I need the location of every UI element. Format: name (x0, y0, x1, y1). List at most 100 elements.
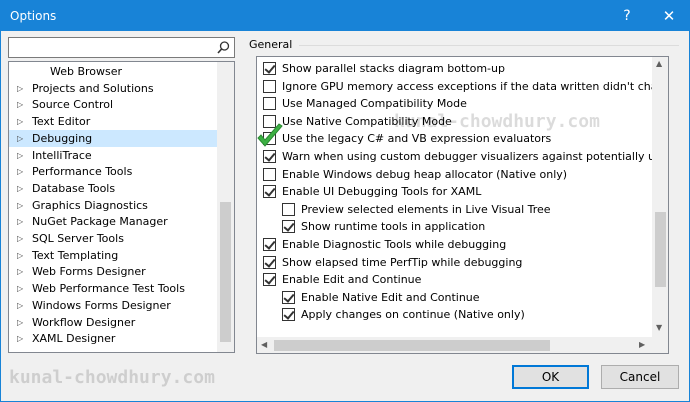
window-title: Options (10, 9, 57, 23)
green-checkmark-icon (257, 123, 283, 147)
tree-item[interactable]: Web Browser (9, 63, 217, 80)
options-horizontal-scroll-thumb[interactable] (274, 340, 550, 351)
search-input[interactable] (8, 37, 235, 58)
option-label: Enable Windows debug heap allocator (Nat… (282, 167, 568, 181)
option-checkbox[interactable] (263, 185, 276, 199)
tree-item-label: NuGet Package Manager (32, 215, 168, 229)
tree-item-label: Projects and Solutions (32, 81, 154, 95)
tree-item[interactable]: ▷ Graphics Diagnostics (9, 197, 217, 214)
expand-arrow-icon[interactable]: ▷ (17, 330, 27, 347)
cancel-button[interactable]: Cancel (601, 365, 679, 389)
tree-scroll-thumb[interactable] (220, 202, 231, 342)
expand-arrow-icon[interactable]: ▷ (17, 147, 27, 164)
watermark-text-bottom: kunal-chowdhury.com (9, 367, 215, 388)
option-label: Preview selected elements in Live Visual… (301, 202, 551, 216)
tree-item-label: Web Browser (50, 65, 123, 78)
option-checkbox[interactable] (263, 255, 276, 269)
tree-item[interactable]: ▷ Text Templating (9, 247, 217, 264)
help-button[interactable]: ? (607, 1, 647, 31)
scroll-right-arrow-icon[interactable]: ▶ (639, 340, 645, 349)
options-dialog: Options ? ✕ Web Browser ▷ Projects and Sol… (0, 0, 690, 402)
expand-arrow-icon[interactable]: ▷ (17, 130, 27, 147)
group-divider (299, 45, 679, 46)
expand-arrow-icon[interactable]: ▷ (17, 96, 27, 113)
tree-item-label: Performance Tools (32, 165, 133, 179)
tree-item[interactable]: ▷ Database Tools (9, 180, 217, 197)
ok-button[interactable]: OK (512, 365, 589, 389)
tree-item-label: Database Tools (32, 181, 116, 195)
options-vertical-scrollbar[interactable]: ▲ ▼ (652, 57, 668, 337)
search-icon[interactable] (217, 41, 230, 54)
tree-item[interactable]: ▷ SQL Server Tools (9, 230, 217, 247)
tree-item[interactable]: ▷ Projects and Solutions (9, 80, 217, 97)
options-vertical-scroll-thumb[interactable] (655, 212, 666, 287)
option-checkbox[interactable] (263, 167, 276, 181)
tree-item[interactable]: ▷ Windows Forms Designer (9, 297, 217, 314)
option-checkbox[interactable] (263, 79, 276, 93)
tree-item-label: Web Performance Test Tools (32, 282, 185, 296)
expand-arrow-icon[interactable]: ▷ (17, 280, 27, 297)
scroll-down-arrow-icon[interactable]: ▼ (656, 323, 662, 332)
close-button[interactable]: ✕ (649, 1, 689, 31)
expand-arrow-icon[interactable]: ▷ (17, 197, 27, 214)
option-checkbox[interactable] (263, 62, 276, 75)
expand-arrow-icon[interactable]: ▷ (17, 247, 27, 264)
option-label: Enable Diagnostic Tools while debugging (282, 238, 507, 251)
tree-item-label: Text Templating (32, 248, 119, 262)
option-checkbox[interactable] (282, 202, 295, 216)
tree-item[interactable]: ▷ Web Performance Test Tools (9, 280, 217, 297)
tree-item[interactable]: ▷ Source Control (9, 96, 217, 113)
tree-item[interactable]: ▷ Workflow Designer (9, 314, 217, 331)
tree-item[interactable]: ▷ NuGet Package Manager (9, 213, 217, 230)
tree-item[interactable]: ▷ Web Forms Designer (9, 263, 217, 280)
expand-arrow-icon[interactable]: ▷ (17, 314, 27, 331)
option-checkbox[interactable] (282, 308, 295, 322)
scroll-left-arrow-icon[interactable]: ◀ (261, 340, 267, 349)
option-checkbox[interactable] (263, 273, 276, 287)
option-label: Show runtime tools in application (301, 220, 486, 234)
expand-arrow-icon[interactable]: ▷ (17, 213, 27, 230)
tree-item-label: Debugging (32, 131, 93, 145)
option-checkbox[interactable] (282, 290, 295, 304)
option-label: Show parallel stacks diagram bottom-up (282, 62, 505, 75)
tree-item-label: Source Control (32, 98, 114, 112)
general-options-list[interactable]: Apply changes on continue (Native only) E… (256, 56, 669, 354)
scroll-up-arrow-icon[interactable]: ▲ (656, 59, 662, 68)
tree-item[interactable]: ▷ XAML Designer (9, 330, 217, 347)
option-checkbox[interactable] (263, 150, 276, 163)
option-label: Apply changes on continue (Native only) (301, 308, 525, 322)
tree-item-label: SQL Server Tools (32, 232, 124, 245)
options-horizontal-scrollbar[interactable]: ◀ ▶ (257, 337, 652, 353)
tree-item-label: XAML Designer (32, 332, 116, 346)
scroll-corner (652, 337, 668, 353)
expand-arrow-icon[interactable]: ▷ (17, 263, 27, 280)
option-label: Enable Edit and Continue (282, 273, 422, 287)
option-label: Show elapsed time PerfTip while debuggin… (282, 255, 523, 269)
expand-arrow-icon[interactable]: ▷ (17, 80, 27, 97)
option-label: Enable Native Edit and Continue (301, 290, 480, 304)
tree-item[interactable]: ▷ Performance Tools (9, 163, 217, 180)
tree-item[interactable]: ▷ Text Editor (9, 113, 217, 130)
expand-arrow-icon[interactable]: ▷ (17, 297, 27, 314)
tree-item-label: Web Forms Designer (32, 265, 146, 279)
option-label: Ignore GPU memory access exceptions if t… (282, 79, 669, 93)
tree-scrollbar[interactable] (217, 62, 234, 352)
tree-item-label: Windows Forms Designer (32, 298, 171, 312)
expand-arrow-icon[interactable]: ▷ (17, 230, 27, 247)
tree-item-label: Workflow Designer (32, 315, 136, 329)
tree-item-label: Graphics Diagnostics (32, 198, 148, 212)
option-label: Warn when using custom debugger visualiz… (282, 150, 669, 163)
option-checkbox[interactable] (282, 220, 295, 234)
expand-arrow-icon[interactable]: ▷ (17, 180, 27, 197)
tree-item[interactable]: ▷ IntelliTrace (9, 147, 217, 164)
option-checkbox[interactable] (263, 97, 276, 111)
watermark-text: kunal-chowdhury.com (394, 111, 600, 132)
tree-item[interactable]: ▷ Debugging (9, 129, 217, 147)
options-tree[interactable]: Web Browser ▷ Projects and Solutions ▷ Sourc… (8, 61, 235, 353)
option-label: Enable UI Debugging Tools for XAML (282, 185, 482, 199)
option-checkbox[interactable] (263, 238, 276, 251)
tree-item-label: IntelliTrace (32, 148, 92, 162)
option-label: Use the legacy C# and VB expression eval… (282, 132, 552, 146)
expand-arrow-icon[interactable]: ▷ (17, 163, 27, 180)
expand-arrow-icon[interactable]: ▷ (17, 113, 27, 130)
